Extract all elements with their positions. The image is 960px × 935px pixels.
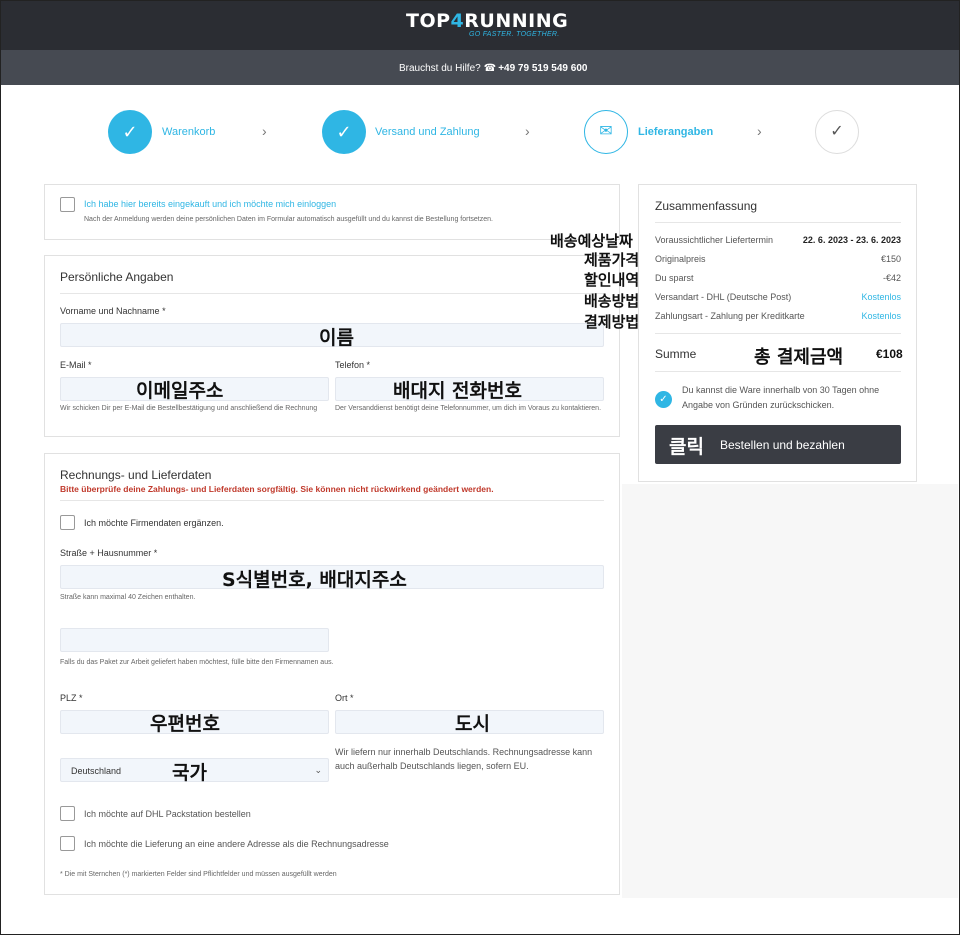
step-1-check-icon: ✓: [108, 110, 152, 154]
street-label: Straße + Hausnummer *: [60, 548, 158, 558]
step-3-label: Lieferangaben: [638, 126, 714, 138]
summary-row-savings: Du sparst -€42: [655, 273, 901, 283]
button-annotation: 클릭: [669, 436, 704, 458]
packstation-checkbox[interactable]: [60, 806, 75, 821]
sidebar-background: [622, 484, 958, 898]
required-note: * Die mit Sternchen (*) markierten Felde…: [60, 871, 337, 878]
email-hint: Wir schicken Dir per E-Mail die Bestellb…: [60, 405, 318, 412]
company-name-hint: Falls du das Paket zur Arbeit geliefert …: [60, 659, 334, 666]
return-text: Du kannst die Ware innerhalb von 30 Tage…: [682, 385, 880, 410]
company-name-input[interactable]: [60, 628, 329, 652]
total-annotation: 총 결제금액: [754, 347, 844, 368]
email-annotation: 이메일주소: [136, 380, 224, 402]
billing-title: Rechnungs- und Lieferdaten: [60, 468, 212, 482]
payment-annotation: 결제방법: [584, 313, 640, 331]
help-bar: Brauchst du Hilfe? ☎ +49 79 519 549 600: [1, 50, 959, 85]
divider: [60, 293, 604, 294]
order-pay-button[interactable]: 클릭 Bestellen und bezahlen: [655, 425, 901, 464]
step-3-envelope-icon: ✉: [584, 110, 628, 154]
brand-logo[interactable]: TOP4RUNNING: [406, 12, 568, 31]
country-annotation: 국가: [172, 762, 207, 784]
name-annotation: 이름: [319, 327, 354, 349]
chevron-down-icon: ⌄: [314, 765, 322, 775]
summary-row-delivery: Voraussichtlicher Liefertermin 22. 6. 202…: [655, 235, 901, 245]
return-check-icon: ✓: [655, 391, 672, 408]
divider: [60, 500, 604, 501]
zip-annotation: 우편번호: [150, 713, 220, 735]
delivery-annotation: 배송예상날짜: [550, 232, 633, 250]
divider: [655, 371, 901, 372]
street-hint: Straße kann maximal 40 Zeichen enthalten…: [60, 594, 196, 601]
step-2-check-icon: ✓: [322, 110, 366, 154]
login-hint: Nach der Anmeldung werden deine persönli…: [84, 216, 493, 223]
summary-row-original-price: Originalpreis €150: [655, 254, 901, 264]
packstation-label[interactable]: Ich möchte auf DHL Packstation bestellen: [84, 809, 251, 819]
name-label: Vorname und Nachname *: [60, 306, 166, 316]
top-bar: TOP4RUNNING GO FASTER. TOGETHER.: [1, 1, 959, 50]
summary-row-payment: Zahlungsart - Zahlung per Kreditkarte Kos…: [655, 311, 901, 321]
email-label: E-Mail *: [60, 360, 92, 370]
other-address-label[interactable]: Ich möchte die Lieferung an eine andere …: [84, 839, 389, 849]
help-text-wrap: Brauchst du Hilfe? ☎ +49 79 519 549 600: [399, 63, 587, 74]
phone-hint: Der Versanddienst benötigt deine Telefon…: [335, 405, 602, 412]
total-value: €108: [876, 347, 903, 361]
login-card: [44, 184, 620, 240]
company-label[interactable]: Ich möchte Firmendaten ergänzen.: [84, 518, 224, 528]
street-annotation: S식별번호, 배대지주소: [222, 569, 407, 591]
billing-warning: Bitte überprüfe deine Zahlungs- und Lief…: [60, 484, 494, 494]
summary-title: Zusammenfassung: [655, 199, 758, 213]
city-annotation: 도시: [455, 713, 490, 735]
divider: [655, 222, 901, 223]
order-pay-label: Bestellen und bezahlen: [720, 438, 845, 452]
help-phone[interactable]: +49 79 519 549 600: [498, 63, 587, 74]
step-4-check-icon: ✓: [815, 110, 859, 154]
login-label[interactable]: Ich habe hier bereits eingekauft und ich…: [84, 199, 336, 209]
login-checkbox[interactable]: [60, 197, 75, 212]
price-annotation: 제품가격: [584, 251, 640, 269]
summary-row-shipping: Versandart - DHL (Deutsche Post) Kostenlo…: [655, 292, 901, 302]
country-value: Deutschland: [71, 766, 122, 776]
step-1-label[interactable]: Warenkorb: [162, 126, 215, 138]
phone-icon: ☎: [483, 63, 497, 74]
total-label: Summe: [655, 347, 697, 361]
divider: [655, 333, 901, 334]
chevron-right-icon: ›: [262, 123, 267, 139]
zip-label: PLZ *: [60, 693, 83, 703]
step-2-label[interactable]: Versand und Zahlung: [375, 126, 480, 138]
shipping-annotation: 배송방법: [584, 292, 640, 310]
help-text: Brauchst du Hilfe?: [399, 63, 481, 74]
phone-label: Telefon *: [335, 360, 371, 370]
discount-annotation: 할인내역: [584, 271, 640, 289]
brand-tagline: GO FASTER. TOGETHER.: [469, 31, 560, 38]
personal-title: Persönliche Angaben: [60, 270, 174, 284]
other-address-checkbox[interactable]: [60, 836, 75, 851]
company-checkbox[interactable]: [60, 515, 75, 530]
delivery-hint: Wir liefern nur innerhalb Deutschlands. …: [335, 747, 593, 771]
city-label: Ort *: [335, 693, 354, 703]
phone-annotation: 배대지 전화번호: [393, 380, 522, 402]
chevron-right-icon: ›: [525, 123, 530, 139]
chevron-right-icon: ›: [757, 123, 762, 139]
